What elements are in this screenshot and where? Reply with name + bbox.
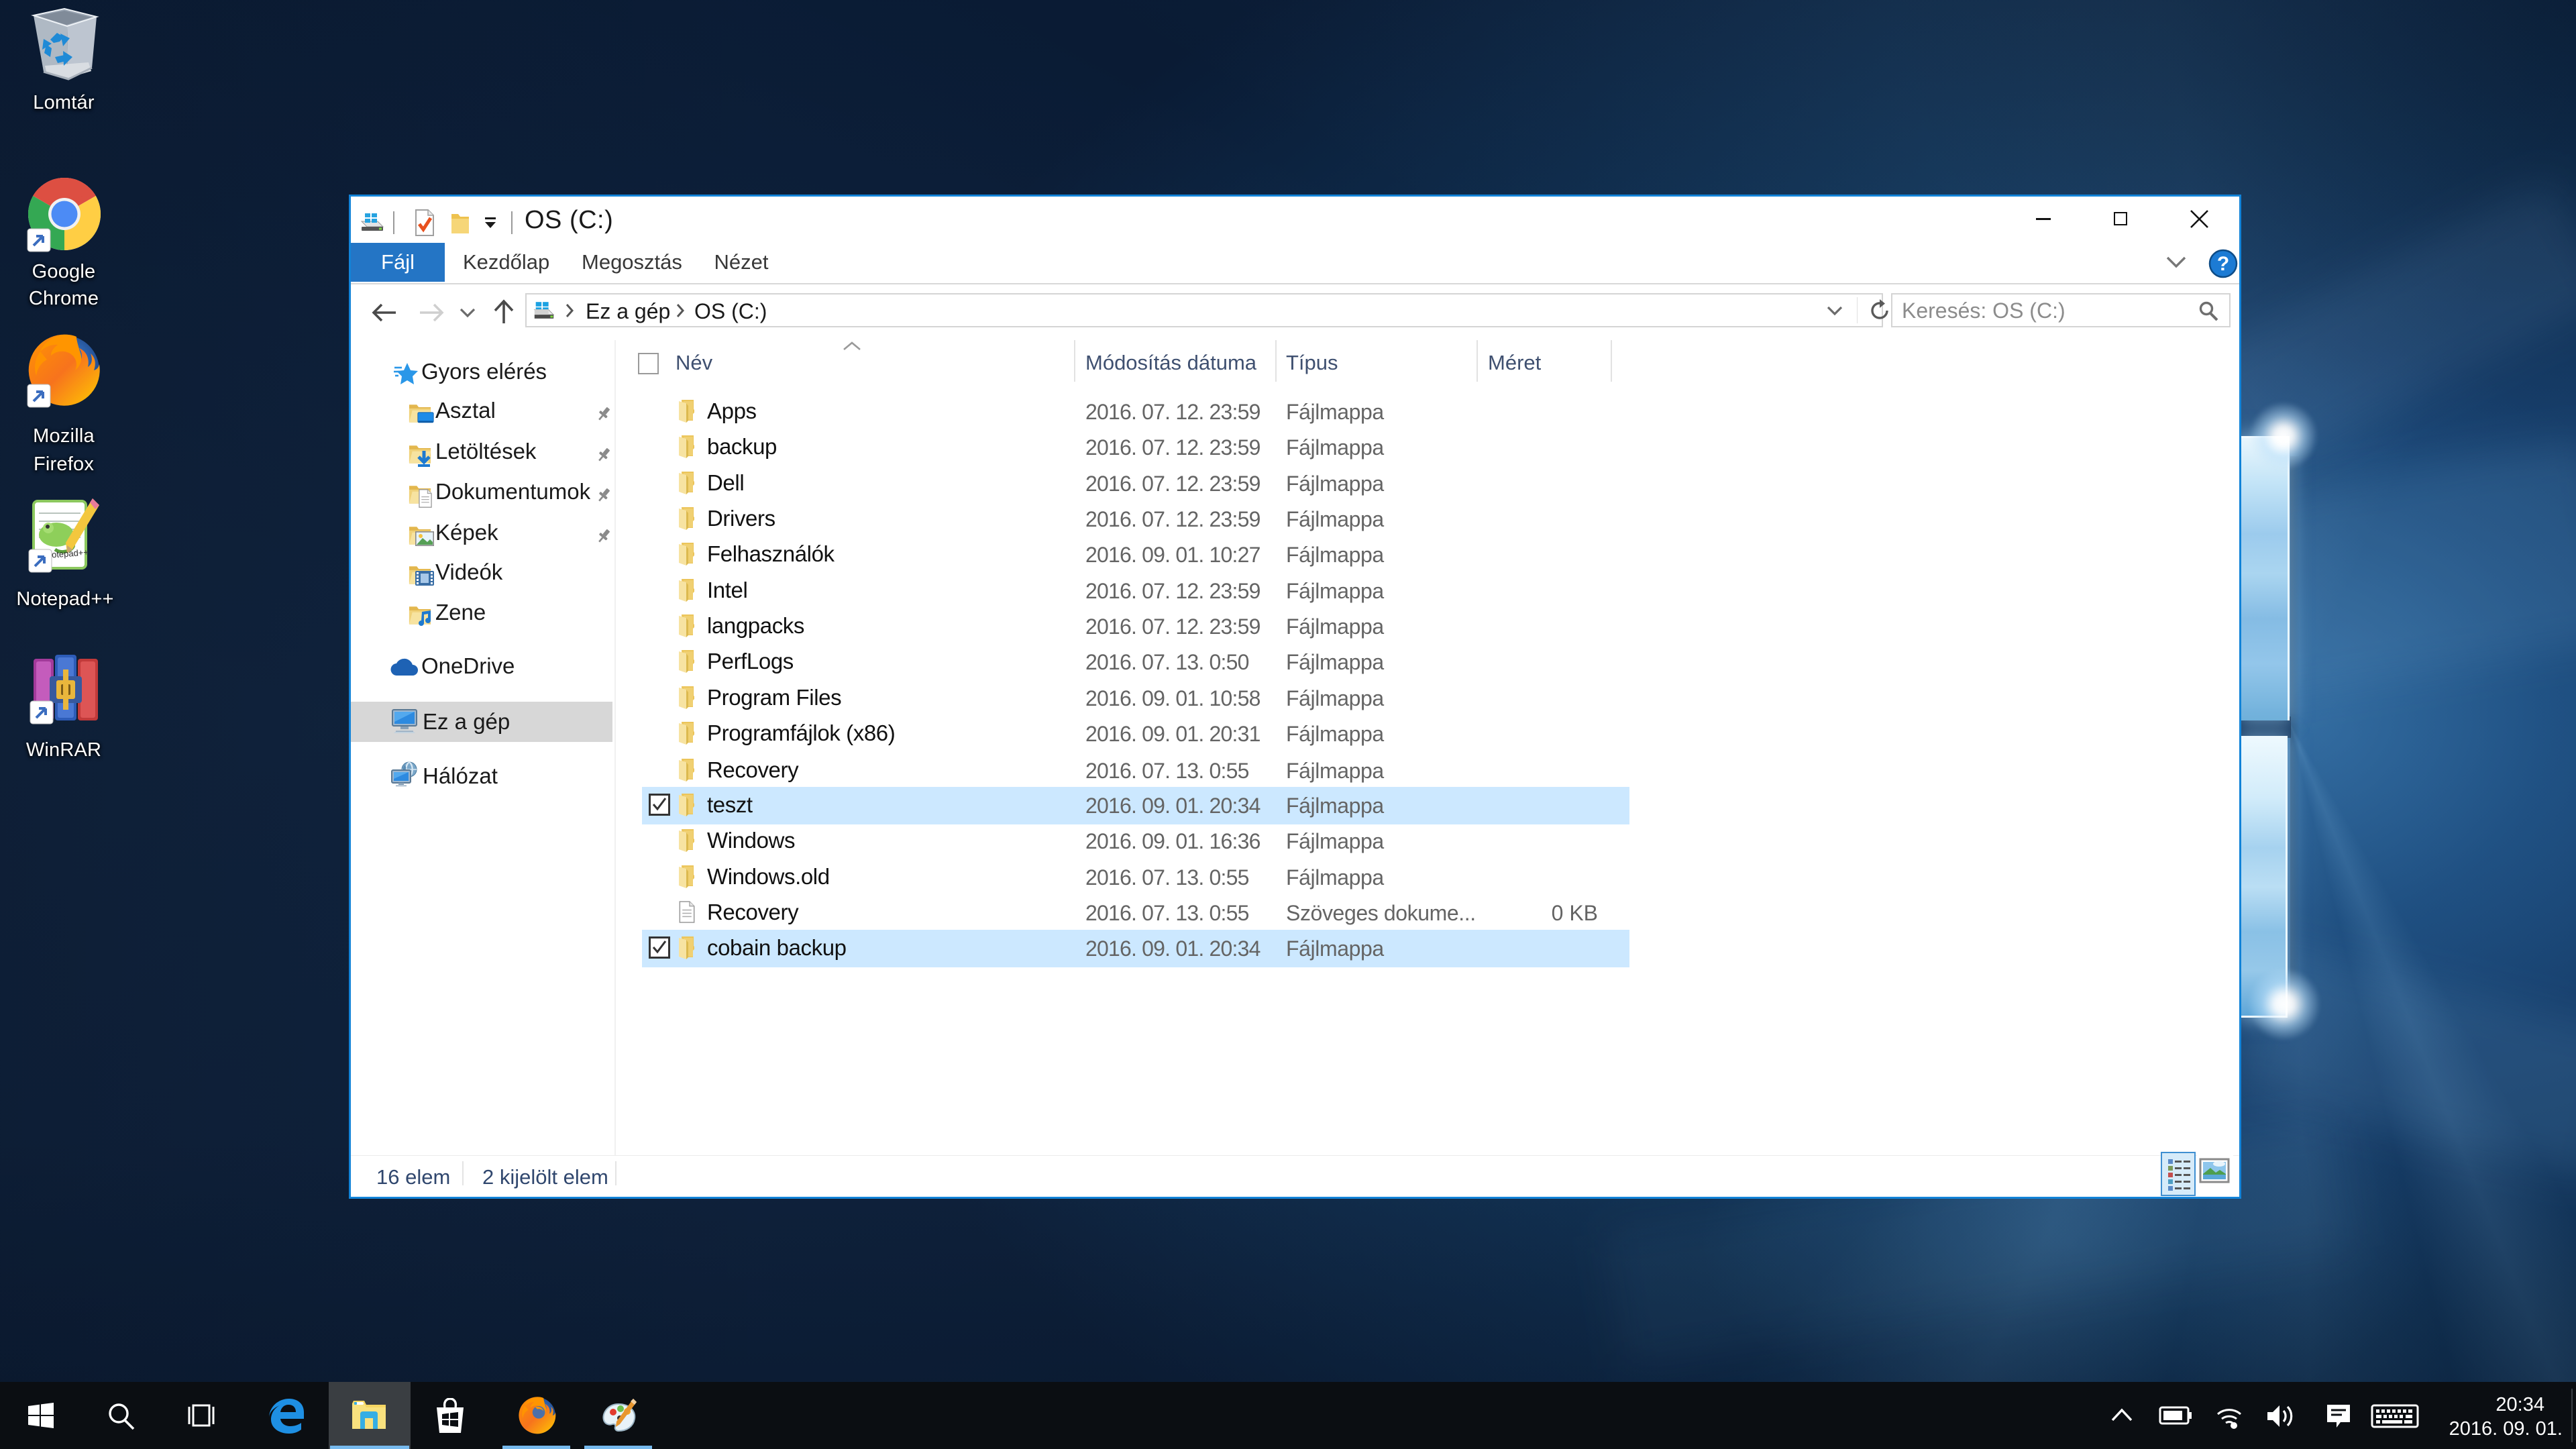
svg-text:?: ?: [2217, 253, 2229, 275]
